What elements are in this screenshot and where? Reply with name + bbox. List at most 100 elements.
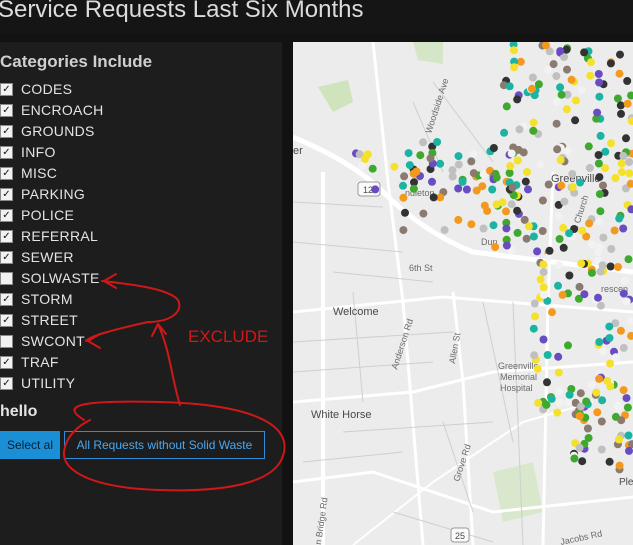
request-marker[interactable]: [605, 334, 614, 342]
request-marker[interactable]: [534, 398, 543, 407]
request-marker[interactable]: [371, 185, 380, 194]
request-marker[interactable]: [549, 60, 558, 69]
request-marker[interactable]: [440, 226, 449, 234]
category-item-grounds[interactable]: ✓ GROUNDS: [0, 121, 95, 141]
request-marker[interactable]: [538, 196, 547, 205]
request-marker[interactable]: [565, 390, 574, 399]
request-marker[interactable]: [523, 168, 531, 176]
request-marker[interactable]: [510, 63, 519, 72]
request-marker[interactable]: [416, 151, 425, 160]
request-marker[interactable]: [565, 229, 574, 238]
request-marker[interactable]: [615, 214, 624, 223]
request-marker[interactable]: [433, 138, 442, 146]
request-marker[interactable]: [576, 389, 585, 398]
request-marker[interactable]: [594, 70, 603, 78]
request-marker[interactable]: [585, 219, 594, 228]
request-marker[interactable]: [533, 364, 542, 373]
request-marker[interactable]: [615, 435, 623, 444]
request-marker[interactable]: [592, 388, 601, 397]
category-item-storm[interactable]: ✓ STORM: [0, 289, 73, 309]
request-marker[interactable]: [539, 268, 548, 277]
request-marker[interactable]: [599, 181, 607, 190]
request-marker[interactable]: [587, 58, 595, 67]
request-marker[interactable]: [624, 255, 633, 264]
request-marker[interactable]: [554, 368, 563, 377]
request-marker[interactable]: [625, 446, 633, 455]
request-marker[interactable]: [596, 207, 605, 216]
request-marker[interactable]: [458, 177, 467, 186]
request-marker[interactable]: [483, 206, 492, 215]
request-marker[interactable]: [524, 222, 533, 231]
category-checkbox[interactable]: ✓: [0, 376, 13, 390]
request-marker[interactable]: [563, 65, 571, 74]
request-marker[interactable]: [624, 431, 633, 440]
request-marker[interactable]: [505, 169, 514, 177]
request-marker[interactable]: [610, 226, 619, 235]
request-marker[interactable]: [492, 173, 501, 182]
request-marker[interactable]: [616, 101, 625, 110]
request-marker[interactable]: [509, 46, 518, 55]
request-marker[interactable]: [616, 50, 624, 59]
request-marker[interactable]: [580, 290, 589, 299]
request-marker[interactable]: [507, 200, 516, 209]
request-marker[interactable]: [544, 180, 553, 189]
request-marker[interactable]: [578, 457, 587, 466]
request-marker[interactable]: [554, 352, 563, 361]
map-view[interactable]: 124 25 Welcome White Horse 6th St er Dun…: [293, 42, 633, 545]
map-canvas[interactable]: 124 25 Welcome White Horse 6th St er Dun…: [293, 42, 633, 545]
category-checkbox[interactable]: [0, 334, 13, 348]
request-marker[interactable]: [543, 378, 551, 387]
request-marker[interactable]: [562, 105, 571, 114]
request-marker[interactable]: [467, 157, 476, 166]
request-marker[interactable]: [578, 226, 587, 235]
category-item-referral[interactable]: ✓ REFERRAL: [0, 226, 98, 246]
request-marker[interactable]: [599, 347, 608, 356]
request-marker[interactable]: [478, 182, 487, 191]
request-marker[interactable]: [607, 245, 616, 253]
request-marker[interactable]: [502, 207, 510, 216]
request-marker[interactable]: [513, 156, 522, 165]
request-marker[interactable]: [584, 434, 593, 442]
request-marker[interactable]: [586, 71, 595, 80]
request-marker[interactable]: [606, 359, 614, 368]
request-marker[interactable]: [622, 297, 631, 306]
request-marker[interactable]: [542, 400, 551, 409]
request-marker[interactable]: [558, 290, 567, 299]
request-marker[interactable]: [543, 351, 552, 359]
request-marker[interactable]: [539, 260, 548, 269]
request-marker[interactable]: [557, 181, 566, 190]
request-marker[interactable]: [528, 73, 537, 82]
request-marker[interactable]: [625, 158, 633, 166]
request-marker[interactable]: [595, 190, 604, 199]
request-marker[interactable]: [519, 148, 528, 157]
request-marker[interactable]: [552, 119, 561, 128]
category-item-utility[interactable]: ✓ UTILITY: [0, 373, 75, 393]
category-item-solwaste[interactable]: SOLWASTE: [0, 268, 100, 288]
request-marker[interactable]: [619, 152, 628, 160]
request-marker[interactable]: [399, 181, 407, 190]
request-marker[interactable]: [536, 160, 545, 169]
request-marker[interactable]: [529, 232, 538, 241]
category-checkbox[interactable]: ✓: [0, 292, 13, 306]
request-marker[interactable]: [577, 86, 586, 95]
request-marker[interactable]: [594, 151, 603, 159]
request-marker[interactable]: [563, 146, 572, 155]
request-marker[interactable]: [576, 178, 585, 187]
request-marker[interactable]: [521, 177, 530, 186]
request-marker[interactable]: [454, 215, 463, 224]
request-marker[interactable]: [595, 78, 604, 87]
request-marker[interactable]: [593, 408, 602, 417]
request-marker[interactable]: [556, 156, 565, 164]
request-marker[interactable]: [539, 335, 548, 344]
request-marker[interactable]: [616, 326, 625, 335]
select-all-button[interactable]: Select al: [0, 431, 60, 459]
request-marker[interactable]: [530, 351, 539, 360]
request-marker[interactable]: [368, 164, 377, 173]
request-marker[interactable]: [560, 197, 569, 206]
request-marker[interactable]: [619, 343, 628, 352]
category-checkbox[interactable]: ✓: [0, 124, 13, 138]
request-marker[interactable]: [554, 261, 563, 270]
category-checkbox[interactable]: ✓: [0, 208, 13, 222]
request-marker[interactable]: [555, 235, 564, 243]
request-marker[interactable]: [613, 94, 622, 103]
